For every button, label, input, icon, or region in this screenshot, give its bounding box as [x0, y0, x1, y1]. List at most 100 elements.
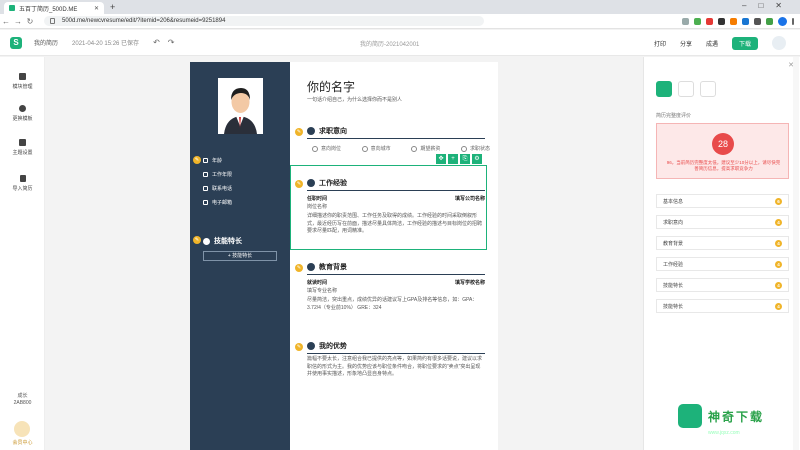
my-resume-menu[interactable]: 我的简历 [34, 38, 58, 47]
watermark-text: 神奇下载 [708, 409, 765, 424]
extension-icon[interactable] [730, 17, 737, 25]
check-item[interactable]: 教育背景 4 [656, 236, 789, 250]
user-avatar[interactable] [772, 36, 786, 50]
field-phone[interactable]: 联系电话 [203, 185, 232, 192]
add-icon[interactable]: + [448, 154, 458, 164]
section-work[interactable]: 工作经验 [307, 178, 485, 191]
tab-cases-icon[interactable] [700, 81, 716, 97]
undo-icon[interactable]: ↶ [153, 38, 160, 47]
extension-icon[interactable] [682, 17, 689, 25]
forward-icon[interactable]: → [12, 17, 24, 26]
print-button[interactable]: 打印 [654, 39, 666, 48]
graduation-icon [307, 263, 315, 271]
resume-motto[interactable]: 一句话介绍自己，为什么选择你而不是别人 [307, 96, 402, 103]
copy-icon[interactable]: ⎘ [460, 154, 470, 164]
section-title: 求职意向 [319, 128, 347, 135]
reload-icon[interactable]: ↻ [24, 17, 36, 26]
field-age[interactable]: 年龄 [203, 157, 222, 164]
check-count: 4 [775, 282, 782, 289]
check-item[interactable]: 工作经验 4 [656, 257, 789, 271]
tab-evaluate-icon[interactable] [656, 81, 672, 97]
url-field[interactable]: 500d.me/newcvresume/edit/?itemid=206&res… [44, 16, 484, 26]
calendar-icon [203, 172, 208, 177]
back-icon[interactable]: ← [0, 17, 12, 26]
close-tab-icon[interactable]: ✕ [94, 5, 99, 12]
profile-avatar[interactable] [778, 16, 787, 26]
edit-marker-icon[interactable]: ✎ [295, 180, 303, 188]
sidebar-item-import[interactable]: 导入简历 [0, 175, 45, 192]
lock-icon [50, 18, 55, 24]
vip-label[interactable]: 会员中心 [0, 439, 45, 446]
edu-header[interactable]: 就读时间 填写学校名称 [307, 279, 485, 286]
work-description[interactable]: 详细描述你的职责范围、工作任务及取得的成绩。工作经验的时间采取倒叙形式，最近经历… [307, 213, 485, 236]
add-skill-button[interactable]: + 技能特长 [203, 251, 277, 261]
share-button[interactable]: 分享 [680, 39, 692, 48]
watermark-logo-icon [678, 404, 702, 428]
sidebar-item-template[interactable]: 更换模板 [0, 105, 45, 122]
field-email[interactable]: 电子邮箱 [203, 199, 232, 206]
edit-marker-icon[interactable]: ✎ [193, 236, 201, 244]
extension-icon[interactable] [742, 17, 749, 25]
drag-icon[interactable]: ✥ [436, 154, 446, 164]
intent-salary: 期望薪资 [411, 145, 440, 152]
download-button[interactable]: 下载 [731, 36, 758, 50]
sidebar-item-modules[interactable]: 模块管理 [0, 73, 45, 90]
section-advantage[interactable]: 我的优势 [307, 341, 485, 354]
edu-description[interactable]: 尽量简洁，突出重点，成绩优异的话建议写上GPA及排名等信息，如：GPA：3.72… [307, 297, 485, 312]
extension-icon[interactable] [766, 17, 773, 25]
window-controls[interactable]: –□✕ [742, 1, 794, 10]
sidebar-bottom-info: 成长 2AB800 [0, 393, 45, 407]
edu-school: 填写学校名称 [454, 280, 485, 286]
extension-icon[interactable] [694, 17, 701, 25]
check-item[interactable]: 技能特长 4 [656, 278, 789, 292]
edit-marker-icon[interactable]: ✎ [295, 264, 303, 272]
scrollbar[interactable] [793, 57, 799, 450]
profile-photo[interactable] [218, 78, 263, 134]
intent-city: 意向城市 [362, 145, 391, 152]
check-item[interactable]: 求职意向 4 [656, 215, 789, 229]
document-name[interactable]: 我的简历-2021042001 [360, 39, 419, 48]
extension-icon[interactable] [754, 17, 761, 25]
work-role[interactable]: 岗位名称 [307, 203, 327, 210]
tab-title: 五百丁简历_500D.ME [19, 6, 78, 13]
app-header: S 我的简历 2021-04-20 15:26 已保存 ↶ ↷ 我的简历-202… [0, 30, 800, 56]
intent-fields[interactable]: 意向岗位 意向城市 期望薪资 求职状态 [312, 145, 490, 152]
settings-icon[interactable]: ⚙ [472, 154, 482, 164]
menu-icon[interactable] [792, 17, 794, 25]
sidebar-item-theme[interactable]: 主题设置 [0, 139, 45, 156]
work-time: 任职时间 [307, 196, 328, 202]
skill-icon [203, 237, 210, 245]
field-years[interactable]: 工作年限 [203, 171, 232, 178]
section-toolbar: ✥ + ⎘ ⚙ [436, 154, 482, 164]
edit-marker-icon[interactable]: ✎ [295, 343, 303, 351]
edu-major[interactable]: 填写专业名称 [307, 287, 337, 294]
section-education[interactable]: 教育背景 [307, 262, 485, 275]
skill-section-title[interactable]: 技能特长 [203, 236, 242, 246]
edit-marker-icon[interactable]: ✎ [193, 156, 201, 164]
check-item[interactable]: 技能特长 4 [656, 299, 789, 313]
new-tab-icon[interactable]: + [110, 2, 115, 12]
tab-tips-icon[interactable] [678, 81, 694, 97]
field-label: 年龄 [212, 158, 223, 164]
work-header[interactable]: 任职时间 填写公司名称 [307, 195, 485, 202]
app-logo[interactable]: S [10, 36, 22, 49]
vip-icon[interactable] [14, 421, 30, 437]
extension-icon[interactable] [706, 17, 713, 25]
resume-name[interactable]: 你的名字 [307, 78, 355, 95]
section-intent[interactable]: 求职意向 [307, 126, 485, 139]
edit-marker-icon[interactable]: ✎ [295, 128, 303, 136]
section-label: 技能特长 [214, 238, 242, 245]
check-label: 技能特长 [663, 282, 684, 289]
check-count: 4 [775, 240, 782, 247]
check-count: 4 [775, 303, 782, 310]
field-label: 工作年限 [212, 172, 233, 178]
browser-tab[interactable]: 五百丁简历_500D.ME ✕ [4, 2, 104, 14]
check-item[interactable]: 基本信息 6 [656, 194, 789, 208]
advantage-description[interactable]: 篇幅不要太长，注意组合我已提供的亮点等，如果简约有很多话要说，建议以求职信的形式… [307, 356, 485, 379]
right-panel: ✕ 简历完整度评价 28 96，当前简历完整度太低，建议至少10分以上，请尽快完… [643, 57, 800, 450]
watermark-url: www.jqxz.com [708, 430, 740, 436]
sidebar-item-label: 导入简历 [12, 186, 33, 192]
tips-button[interactable]: 成遇 [706, 39, 718, 48]
redo-icon[interactable]: ↷ [168, 38, 175, 47]
extension-icon[interactable] [718, 17, 725, 25]
